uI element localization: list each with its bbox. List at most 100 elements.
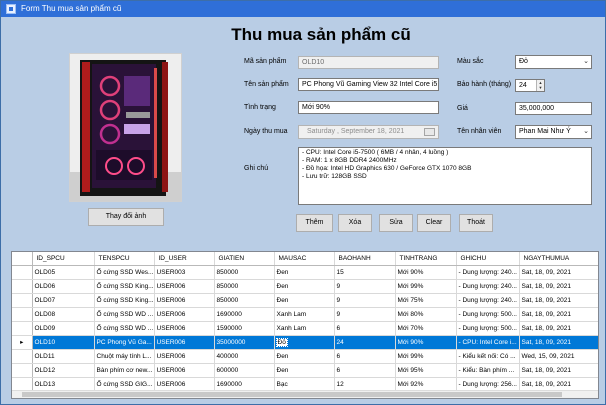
clear-button[interactable]: Clear (417, 214, 451, 232)
active-cell-text[interactable]: Đỏ (275, 337, 288, 347)
price-field[interactable]: 35,000,000 (515, 102, 592, 115)
table-cell[interactable]: Mới 75% (395, 293, 457, 308)
column-header[interactable]: GIATIEN (214, 252, 275, 266)
row-header[interactable] (12, 265, 33, 280)
column-header[interactable]: BAOHANH (334, 252, 396, 266)
product-name-field[interactable]: PC Phong Vũ Gaming View 32 Intel Core i5 (298, 78, 439, 91)
table-cell[interactable]: - Dung lượng: 256... (456, 377, 520, 392)
table-cell[interactable]: 850000 (214, 265, 275, 280)
table-cell[interactable]: USER006 (154, 307, 215, 322)
row-header[interactable] (12, 321, 33, 336)
row-header[interactable] (12, 349, 33, 364)
table-cell[interactable]: Sat, 18, 09, 2021 (519, 279, 598, 294)
add-button[interactable]: Thêm (296, 214, 333, 232)
products-grid[interactable]: ID_SPCU TENSPCU ID_USER GIATIEN MAUSAC B… (11, 251, 599, 399)
table-cell[interactable]: 6 (334, 349, 396, 364)
table-cell[interactable]: OLD11 (32, 349, 95, 364)
column-header[interactable]: TINHTRANG (395, 252, 457, 266)
column-header[interactable]: GHICHU (456, 252, 520, 266)
table-row[interactable]: OLD07 Ổ cứng SSD King... USER006 850000 Đen 9… (12, 293, 598, 308)
scrollbar-thumb[interactable] (22, 392, 562, 397)
table-cell[interactable]: Wed, 15, 09, 2021 (519, 349, 598, 364)
row-header[interactable] (12, 307, 33, 322)
table-cell[interactable]: 1590000 (214, 321, 275, 336)
table-cell[interactable]: Sat, 18, 09, 2021 (519, 265, 598, 280)
table-cell[interactable]: Xanh Lam (274, 307, 335, 322)
column-header[interactable]: ID_SPCU (32, 252, 95, 266)
horizontal-scrollbar[interactable] (12, 390, 598, 398)
table-cell[interactable]: Sat, 18, 09, 2021 (519, 293, 598, 308)
table-cell[interactable]: - Dung lượng: 500... (456, 307, 520, 322)
column-header[interactable]: NGAYTHUMUA (519, 252, 598, 266)
table-cell[interactable]: Ổ cứng SSD GIG... (94, 377, 155, 392)
table-row[interactable]: OLD05 Ổ cứng SSD Wes... USER003 850000 Đen 15… (12, 265, 598, 280)
table-cell[interactable]: Ổ cứng SSD Wes... (94, 265, 155, 280)
row-header[interactable] (12, 279, 33, 294)
delete-button[interactable]: Xóa (338, 214, 372, 232)
table-cell[interactable]: USER006 (154, 279, 215, 294)
table-cell[interactable]: Đỏ (274, 335, 335, 350)
up-down-arrows-icon[interactable]: ▲ ▼ (536, 80, 544, 91)
change-photo-button[interactable]: Thay đổi ảnh (88, 208, 164, 226)
table-cell[interactable]: USER006 (154, 293, 215, 308)
table-cell[interactable]: Mới 99% (395, 279, 457, 294)
table-row[interactable]: OLD12 Bàn phím cơ new... USER006 600000 Đen 6… (12, 363, 598, 378)
table-cell[interactable]: - Dung lượng: 240... (456, 293, 520, 308)
table-cell[interactable]: 850000 (214, 293, 275, 308)
table-cell[interactable]: Đen (274, 293, 335, 308)
table-cell[interactable]: 9 (334, 279, 396, 294)
table-cell[interactable]: 15 (334, 265, 396, 280)
table-cell[interactable]: Sat, 18, 09, 2021 (519, 335, 598, 350)
table-cell[interactable]: Đen (274, 363, 335, 378)
table-cell[interactable]: - Kiểu: Bàn phím ... (456, 363, 520, 378)
table-row[interactable]: OLD08 Ổ cứng SSD WD ... USER006 1690000 Xanh… (12, 307, 598, 322)
table-cell[interactable]: Bạc (274, 377, 335, 392)
warranty-stepper[interactable]: 24 ▲ ▼ (515, 79, 545, 92)
table-cell[interactable]: OLD12 (32, 363, 95, 378)
edit-button[interactable]: Sửa (379, 214, 413, 232)
table-cell[interactable]: 6 (334, 363, 396, 378)
table-cell[interactable]: 1690000 (214, 377, 275, 392)
table-row[interactable]: OLD09 Ổ cứng SSD WD ... USER006 1590000 Xanh… (12, 321, 598, 336)
row-header[interactable]: ▸ (12, 335, 33, 350)
table-cell[interactable]: Ổ cứng SSD WD ... (94, 321, 155, 336)
condition-field[interactable]: Mới 90% (298, 101, 439, 114)
table-cell[interactable]: Đen (274, 265, 335, 280)
table-cell[interactable]: 24 (334, 335, 396, 350)
row-header[interactable] (12, 377, 33, 392)
table-cell[interactable]: - Dung lượng: 240... (456, 265, 520, 280)
table-cell[interactable]: Mới 92% (395, 377, 457, 392)
table-cell[interactable]: - Dung lượng: 240... (456, 279, 520, 294)
table-cell[interactable]: OLD07 (32, 293, 95, 308)
table-cell[interactable]: Sat, 18, 09, 2021 (519, 321, 598, 336)
table-row[interactable]: OLD13 Ổ cứng SSD GIG... USER006 1690000 Bạc 1… (12, 377, 598, 392)
table-cell[interactable]: Mới 99% (395, 349, 457, 364)
table-cell[interactable]: Ổ cứng SSD King... (94, 279, 155, 294)
table-row[interactable]: OLD06 Ổ cứng SSD King... USER006 850000 Đen 9… (12, 279, 598, 294)
table-cell[interactable]: 12 (334, 377, 396, 392)
table-cell[interactable]: 9 (334, 293, 396, 308)
table-cell[interactable]: OLD10 (32, 335, 95, 350)
table-cell[interactable]: Sat, 18, 09, 2021 (519, 377, 598, 392)
table-cell[interactable]: 6 (334, 321, 396, 336)
employee-select[interactable]: Phan Mai Như Ý ⌄ (515, 125, 592, 139)
exit-button[interactable]: Thoát (459, 214, 493, 232)
color-select[interactable]: Đỏ ⌄ (515, 55, 592, 69)
table-cell[interactable]: OLD13 (32, 377, 95, 392)
table-cell[interactable]: Bàn phím cơ new... (94, 363, 155, 378)
table-cell[interactable]: 600000 (214, 363, 275, 378)
row-header[interactable] (12, 293, 33, 308)
table-cell[interactable]: OLD08 (32, 307, 95, 322)
table-cell[interactable]: Mới 90% (395, 335, 457, 350)
table-cell[interactable]: Chuột máy tính L... (94, 349, 155, 364)
table-cell[interactable]: OLD09 (32, 321, 95, 336)
table-cell[interactable]: - CPU: Intel Core i... (456, 335, 520, 350)
table-cell[interactable]: 1690000 (214, 307, 275, 322)
table-cell[interactable]: USER006 (154, 349, 215, 364)
table-row[interactable]: OLD11 Chuột máy tính L... USER006 400000 Đen… (12, 349, 598, 364)
table-row[interactable]: ▸ OLD10 PC Phong Vũ Ga... USER006 35000000 Đỏ… (12, 335, 598, 350)
column-header[interactable]: TENSPCU (94, 252, 155, 266)
table-cell[interactable]: 35000000 (214, 335, 275, 350)
row-header-corner[interactable] (12, 252, 33, 266)
table-cell[interactable]: USER006 (154, 363, 215, 378)
